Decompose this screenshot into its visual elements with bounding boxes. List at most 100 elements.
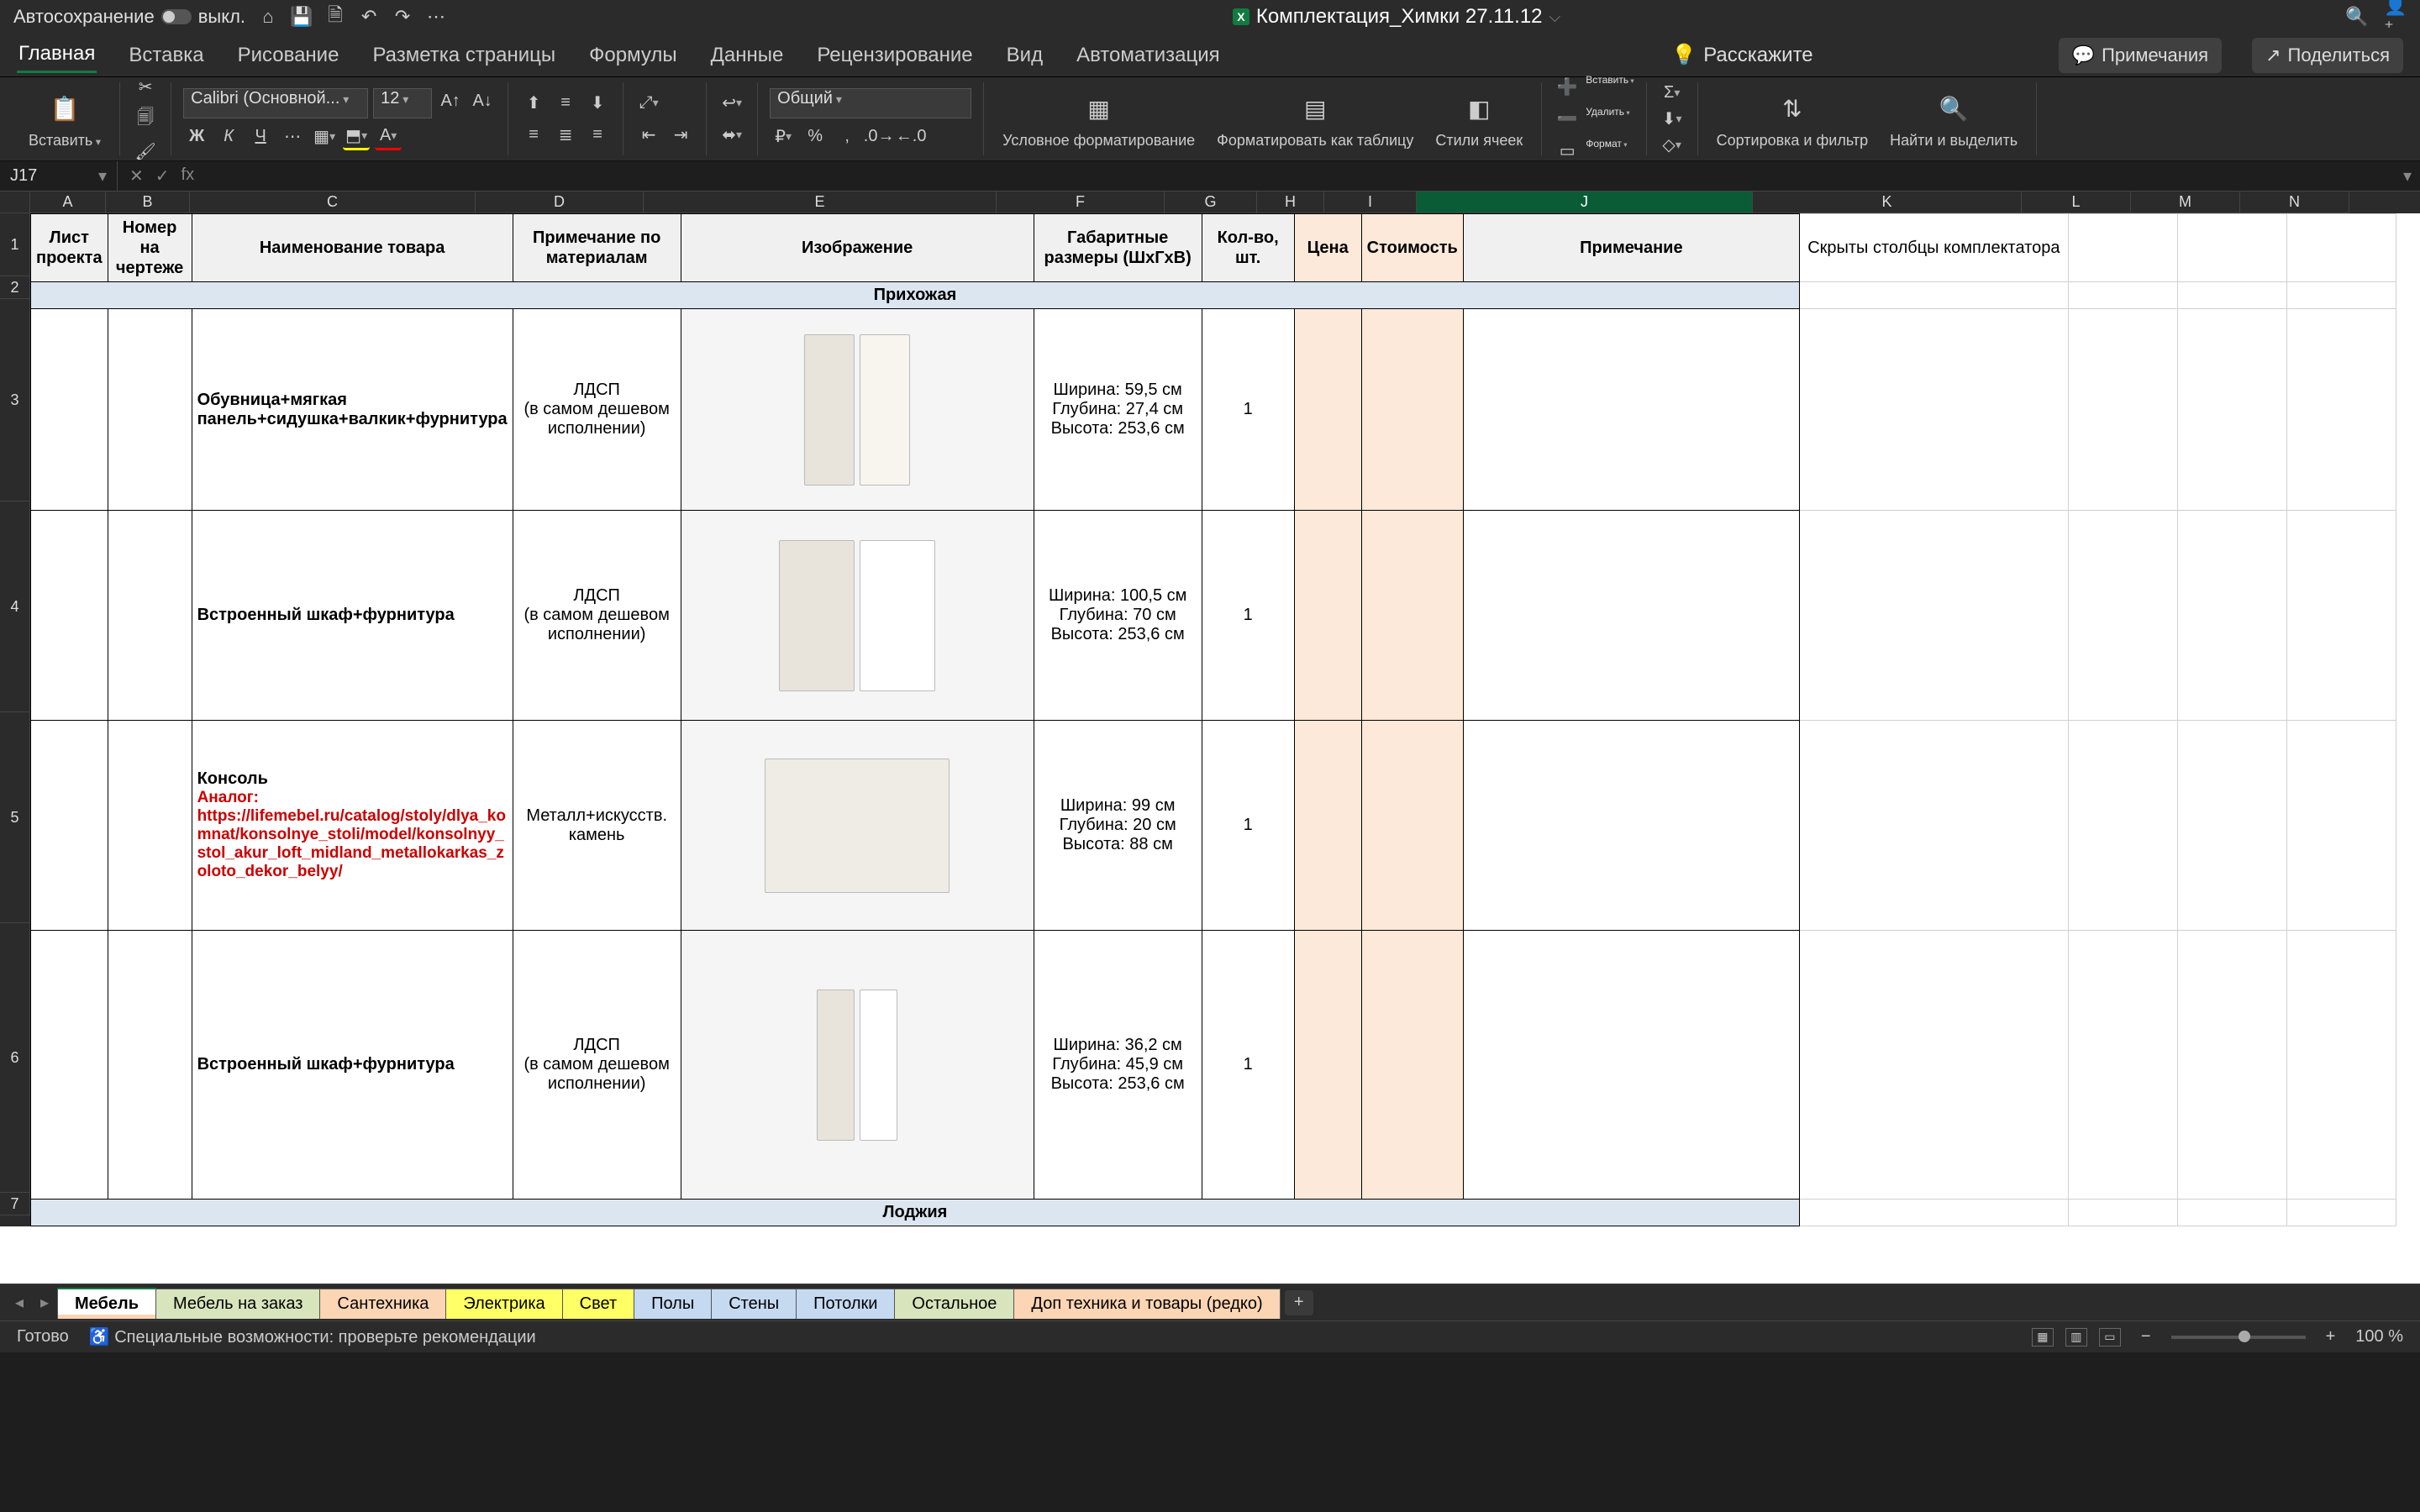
cut-icon[interactable]: ✂ [132,76,159,97]
cell[interactable] [1463,309,1799,511]
accessibility-status[interactable]: ♿ Специальные возможности: проверьте рек… [89,1326,536,1347]
col-header-I[interactable]: I [1324,192,1417,213]
row-header-3[interactable]: 3 [0,299,30,501]
cell[interactable]: Встроенный шкаф+фурнитура [192,931,513,1200]
paste-button[interactable]: 📋 Вставить [22,89,108,150]
search-icon[interactable]: 🔍 [2346,6,2368,28]
strike-icon[interactable]: ⋯ [279,123,306,150]
chevron-down-icon[interactable]: ⌵ [1549,8,1561,26]
chevron-down-icon[interactable]: ▾ [98,165,107,186]
cell[interactable]: Ширина: 100,5 смГлубина: 70 смВысота: 25… [1034,511,1202,721]
sheet-tab[interactable]: Мебель [57,1288,156,1319]
cell[interactable] [31,511,108,721]
cell[interactable] [1294,309,1361,511]
zoom-slider[interactable] [2171,1336,2306,1339]
font-name-select[interactable]: Calibri (Основной... [183,88,368,118]
cell[interactable] [1799,309,2068,511]
undo-icon[interactable]: ↶ [358,6,380,28]
sheet-tab[interactable]: Стены [711,1289,797,1319]
cell[interactable] [31,309,108,511]
fx-icon[interactable]: fx [182,165,195,186]
sheet-tab[interactable]: Свет [562,1289,634,1319]
font-color-icon[interactable]: A [375,123,402,150]
cell[interactable] [1294,721,1361,931]
autosave-toggle[interactable]: Автосохранение выкл. [13,6,245,28]
col-header-K[interactable]: K [1753,192,2022,213]
cell[interactable] [108,309,192,511]
ribbon-tab-главная[interactable]: Главная [17,37,97,73]
align-center-icon[interactable]: ≣ [552,122,579,149]
decrease-font-icon[interactable]: A↓ [469,88,496,115]
orientation-icon[interactable]: ⤢ [635,90,662,117]
cell[interactable] [108,511,192,721]
cell[interactable] [1361,511,1463,721]
cell[interactable]: 1 [1202,511,1294,721]
cell[interactable] [1799,511,2068,721]
thousands-icon[interactable]: , [834,123,860,150]
cell[interactable] [2068,309,2177,511]
col-header-D[interactable]: D [476,192,644,213]
sheet-area[interactable]: ABCDEFGHIJKLMN 1234567 Лист проектаНомер… [0,192,2420,1284]
sheet-tab[interactable]: Сантехника [319,1289,446,1319]
ribbon-tab-автоматизация[interactable]: Автоматизация [1075,39,1222,72]
sheet-tab[interactable]: Доп техника и товары (редко) [1013,1289,1280,1319]
cell[interactable]: Ширина: 99 смГлубина: 20 смВысота: 88 см [1034,721,1202,931]
save-icon[interactable]: 💾 [291,6,313,28]
overflow-icon[interactable]: ⋯ [425,6,447,28]
row-header-5[interactable]: 5 [0,712,30,923]
cell[interactable] [1463,721,1799,931]
align-left-icon[interactable]: ≡ [520,122,547,149]
cell[interactable] [2286,721,2396,931]
col-header-B[interactable]: B [106,192,190,213]
ribbon-tab-вид[interactable]: Вид [1005,39,1044,72]
merge-icon[interactable]: ⬌ [718,122,745,149]
normal-view-icon[interactable]: ▦ [2032,1328,2054,1347]
zoom-level[interactable]: 100 % [2355,1327,2403,1347]
name-box[interactable]: J17 ▾ [0,161,118,191]
col-header-A[interactable]: A [30,192,106,213]
sheet-tab[interactable]: Потолки [796,1289,895,1319]
col-header-L[interactable]: L [2022,192,2131,213]
font-size-select[interactable]: 12 [373,88,432,118]
fill-color-icon[interactable]: ⬒ [343,123,370,150]
col-header-N[interactable]: N [2240,192,2349,213]
product-image[interactable] [681,511,1034,721]
cell[interactable] [31,931,108,1200]
sheet-nav-prev[interactable]: ▸ [32,1292,57,1313]
wrap-text-icon[interactable]: ↩ [718,90,745,117]
align-middle-icon[interactable]: ≡ [552,90,579,117]
clear-icon[interactable]: ◇ [1659,134,1686,155]
cell[interactable]: 1 [1202,931,1294,1200]
decrease-decimal-icon[interactable]: ←.0 [897,123,924,150]
cell[interactable]: 1 [1202,721,1294,931]
col-header-J[interactable]: J [1417,192,1753,213]
coauthor-icon[interactable]: 👤⁺ [2385,6,2407,28]
cell[interactable]: ЛДСП(в самом дешевом исполнении) [513,309,681,511]
delete-cells-button[interactable]: ➖Удалить [1554,106,1634,133]
cell[interactable] [2068,721,2177,931]
cell[interactable] [2068,931,2177,1200]
switch-icon[interactable] [161,9,192,24]
format-painter-icon[interactable]: 🖌 [132,141,159,162]
select-all-corner[interactable] [0,192,30,213]
col-header-C[interactable]: C [190,192,476,213]
find-select-button[interactable]: 🔍 Найти и выделить [1883,89,2024,150]
save-as-icon[interactable]: 🗎 [324,6,346,28]
cell[interactable] [2177,511,2286,721]
sort-filter-button[interactable]: ⇅ Сортировка и фильтр [1710,89,1875,150]
cell[interactable]: КонсольАналог:https://lifemebel.ru/catal… [192,721,513,931]
cell[interactable] [2286,309,2396,511]
cell[interactable] [108,931,192,1200]
cell[interactable] [108,721,192,931]
fill-icon[interactable]: ⬇ [1659,108,1686,129]
align-right-icon[interactable]: ≡ [584,122,611,149]
bold-icon[interactable]: Ж [183,123,210,150]
cell[interactable]: Ширина: 36,2 смГлубина: 45,9 смВысота: 2… [1034,931,1202,1200]
sheet-tab[interactable]: Электрика [445,1289,562,1319]
sheet-tab[interactable]: Полы [634,1289,712,1319]
cancel-formula-icon[interactable]: ✕ [129,165,144,186]
comments-button[interactable]: 💬 Примечания [2059,38,2222,73]
cell[interactable] [2286,511,2396,721]
confirm-formula-icon[interactable]: ✓ [155,165,170,186]
increase-decimal-icon[interactable]: .0→ [865,123,892,150]
